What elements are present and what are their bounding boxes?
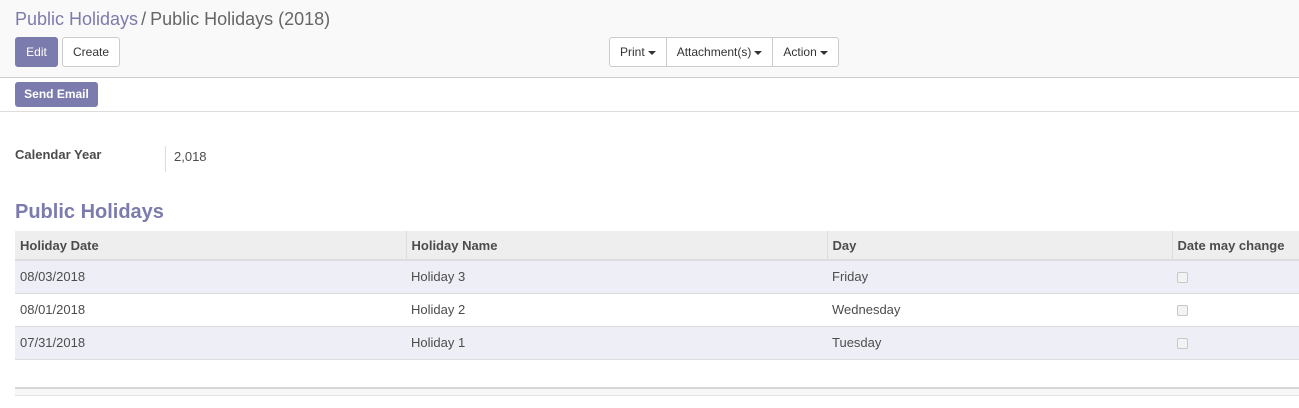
breadcrumb-parent-link[interactable]: Public Holidays: [15, 9, 138, 29]
column-header-day[interactable]: Day: [827, 231, 1173, 261]
column-header-date-may-change[interactable]: Date may change: [1172, 231, 1299, 261]
date-may-change-checkbox[interactable]: [1177, 305, 1188, 317]
day-cell: Tuesday: [827, 325, 1172, 360]
field-divider: [165, 146, 166, 172]
date-may-change-cell: [1172, 325, 1299, 360]
day-cell: Wednesday: [827, 292, 1172, 326]
table-row[interactable]: 07/31/2018 Holiday 1 Tuesday: [15, 325, 1299, 360]
form-statusbar: Send Email: [0, 78, 1299, 112]
action-dropdown-label: Action: [783, 45, 817, 59]
attachments-dropdown[interactable]: Attachment(s): [667, 38, 774, 66]
control-panel: Public Holidays / Public Holidays (2018) E…: [0, 0, 1299, 78]
column-header-holiday-name[interactable]: Holiday Name: [406, 231, 828, 261]
form-bottom-divider: [15, 387, 1299, 396]
date-may-change-cell: [1172, 292, 1299, 326]
print-dropdown-label: Print: [620, 45, 645, 59]
day-cell: Friday: [827, 259, 1172, 293]
edit-button[interactable]: Edit: [15, 37, 58, 67]
caret-down-icon: [819, 50, 828, 55]
breadcrumb-separator: /: [141, 9, 147, 29]
holidays-table: Holiday Date Holiday Name Day Date may c…: [15, 231, 1299, 360]
holiday-date-cell: 07/31/2018: [15, 325, 406, 360]
holiday-name-cell: Holiday 1: [406, 325, 827, 360]
breadcrumb-current: Public Holidays (2018): [150, 9, 331, 29]
attachments-dropdown-label: Attachment(s): [676, 45, 752, 59]
holiday-name-cell: Holiday 3: [406, 259, 827, 293]
table-row[interactable]: 08/01/2018 Holiday 2 Wednesday: [15, 292, 1299, 326]
breadcrumb: Public Holidays / Public Holidays (2018): [15, 9, 330, 30]
sidebar-dropdown-group: Print Attachment(s) Action: [609, 37, 839, 67]
table-header-row: Holiday Date Holiday Name Day Date may c…: [15, 231, 1299, 261]
section-title: Public Holidays: [15, 201, 164, 223]
holiday-name-cell: Holiday 2: [406, 292, 827, 326]
caret-down-icon: [754, 50, 763, 55]
create-button[interactable]: Create: [62, 37, 120, 67]
date-may-change-checkbox[interactable]: [1177, 272, 1188, 284]
date-may-change-checkbox[interactable]: [1177, 338, 1188, 350]
print-dropdown[interactable]: Print: [610, 38, 667, 66]
calendar-year-value: 2,018: [174, 149, 207, 164]
table-row[interactable]: 08/03/2018 Holiday 3 Friday: [15, 259, 1299, 293]
holiday-date-cell: 08/01/2018: [15, 292, 406, 326]
caret-down-icon: [647, 50, 656, 55]
send-email-button[interactable]: Send Email: [15, 82, 98, 107]
calendar-year-label: Calendar Year: [15, 147, 102, 162]
column-header-holiday-date[interactable]: Holiday Date: [15, 231, 407, 261]
action-dropdown[interactable]: Action: [773, 38, 837, 66]
date-may-change-cell: [1172, 259, 1299, 293]
holiday-date-cell: 08/03/2018: [15, 259, 406, 293]
